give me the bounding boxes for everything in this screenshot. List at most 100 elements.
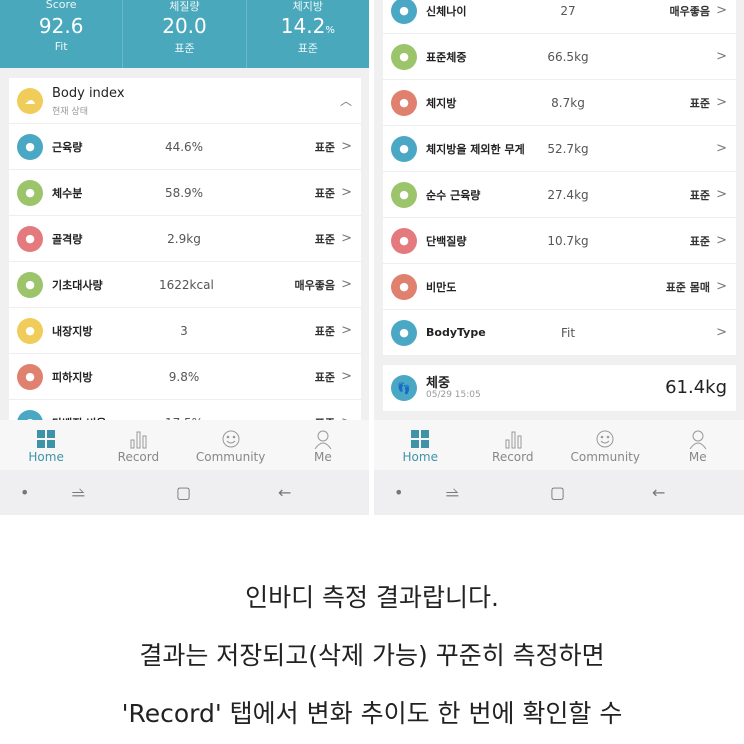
list-item[interactable]: ● 피하지방 9.8% 표준 > bbox=[9, 354, 361, 400]
metric-status: 표준 bbox=[314, 140, 335, 154]
header-score[interactable]: Score 92.6 Fit bbox=[0, 0, 124, 68]
list-item[interactable]: ● 순수 근육량 27.4kg 표준 > bbox=[383, 172, 736, 218]
home-grid-icon bbox=[374, 428, 467, 450]
chevron-right-icon: > bbox=[716, 325, 727, 340]
list-item[interactable]: ● 기초대사량 1622kcal 매우좋음 > bbox=[9, 262, 361, 308]
header-body-fat[interactable]: 체지방 14.2% 표준 bbox=[247, 0, 369, 68]
list-item[interactable]: ● BodyType Fit > bbox=[383, 310, 736, 356]
metric-value: 1622kcal bbox=[159, 277, 214, 292]
metric-label: 체지방을 제외한 무게 bbox=[426, 142, 525, 156]
metric-label: 단백질량 bbox=[426, 234, 467, 248]
tab-record[interactable]: Record bbox=[467, 420, 560, 470]
tab-label: Record bbox=[117, 450, 160, 464]
system-nav-bar: • ⥬ ▢ ← bbox=[0, 470, 369, 515]
metric-icon: ● bbox=[391, 135, 417, 162]
metric-status: 표준 bbox=[689, 188, 710, 202]
smiley-icon bbox=[559, 428, 652, 450]
weight-card[interactable]: 👣 체중 05/29 15:05 61.4kg bbox=[383, 365, 736, 411]
back-arrow-icon[interactable]: ← bbox=[278, 483, 291, 502]
list-item[interactable]: ● 내장지방 3 표준 > bbox=[9, 308, 361, 354]
back-arrow-icon[interactable]: ← bbox=[652, 483, 665, 502]
metric-label: 체지방 bbox=[426, 96, 457, 110]
metric-label: 순수 근육량 bbox=[426, 188, 481, 202]
list-item[interactable]: ● 단백질 비율 17.5% 표준 > bbox=[9, 400, 361, 420]
body-fat-unit: % bbox=[325, 25, 335, 36]
tab-home[interactable]: Home bbox=[0, 420, 92, 470]
list-item[interactable]: ● 체수분 58.9% 표준 > bbox=[9, 170, 361, 216]
list-item[interactable]: ● 체지방을 제외한 무게 52.7kg > bbox=[383, 126, 736, 172]
chevron-right-icon: > bbox=[716, 3, 727, 18]
metric-icon: ● bbox=[17, 409, 43, 420]
tab-community[interactable]: Community bbox=[185, 420, 277, 470]
weight-value: 61.4kg bbox=[665, 377, 727, 398]
chevron-right-icon: > bbox=[716, 187, 727, 202]
metric-icon: ● bbox=[17, 363, 43, 390]
tab-label: Community bbox=[570, 450, 640, 464]
chevron-right-icon: > bbox=[716, 279, 727, 294]
metric-status: 표준 bbox=[689, 96, 710, 110]
recent-apps-icon[interactable]: ⥬ bbox=[72, 483, 85, 503]
metric-label: 체수분 bbox=[52, 186, 83, 200]
bottom-nav: Home Record Community Me bbox=[0, 420, 369, 470]
body-index-header[interactable]: ☁ Body index 현재 상태 ︿ bbox=[9, 78, 361, 124]
metric-icon: ● bbox=[17, 225, 43, 252]
metric-value: 8.7kg bbox=[551, 95, 585, 110]
body-index-card-continued: ● 신체나이 27 매우좋음 > ● 표준체중 66.5kg > ● 체지방 8.7… bbox=[383, 0, 736, 356]
tab-label: Community bbox=[195, 450, 266, 464]
recent-apps-icon[interactable]: ⥬ bbox=[446, 483, 459, 503]
person-icon bbox=[652, 428, 744, 450]
left-phone-screen: Score 92.6 Fit 체질량 20.0 표준 체지방 14.2% 표준 ☁ Body… bbox=[0, 0, 369, 515]
tab-record[interactable]: Record bbox=[92, 420, 184, 470]
score-header: Score 92.6 Fit 체질량 20.0 표준 체지방 14.2% 표준 bbox=[0, 0, 369, 68]
chevron-up-icon[interactable]: ︿ bbox=[340, 92, 352, 109]
chevron-right-icon: > bbox=[716, 141, 727, 156]
metric-value: 58.9% bbox=[164, 185, 204, 200]
metric-label: 표준체중 bbox=[426, 50, 467, 64]
tab-label: Home bbox=[28, 450, 64, 464]
list-item[interactable]: ● 골격량 2.9kg 표준 > bbox=[9, 216, 361, 262]
home-square-icon[interactable]: ▢ bbox=[176, 483, 191, 502]
metric-label: 내장지방 bbox=[52, 324, 93, 338]
metric-value: 27.4kg bbox=[547, 187, 589, 202]
metric-icon: ● bbox=[391, 273, 417, 300]
metric-value: 52.7kg bbox=[547, 141, 589, 156]
metric-value: 9.8% bbox=[168, 369, 200, 384]
metric-status: 표준 bbox=[314, 186, 335, 200]
metric-value: 2.9kg bbox=[167, 231, 201, 246]
metric-icon: ● bbox=[391, 89, 417, 116]
metric-icon: ● bbox=[391, 0, 417, 24]
home-square-icon[interactable]: ▢ bbox=[550, 483, 565, 502]
metric-value: 44.6% bbox=[164, 139, 204, 154]
tab-home[interactable]: Home bbox=[374, 420, 467, 470]
person-icon bbox=[277, 428, 369, 450]
metric-icon: ● bbox=[391, 43, 417, 70]
list-item[interactable]: ● 근육량 44.6% 표준 > bbox=[9, 124, 361, 170]
tab-me[interactable]: Me bbox=[652, 420, 744, 470]
tab-community[interactable]: Community bbox=[559, 420, 652, 470]
metric-status: 매우좋음 bbox=[294, 278, 335, 292]
dot-icon[interactable]: • bbox=[394, 483, 403, 502]
chevron-right-icon: > bbox=[341, 185, 352, 200]
metric-label: 골격량 bbox=[52, 232, 83, 246]
list-item[interactable]: ● 단백질량 10.7kg 표준 > bbox=[383, 218, 736, 264]
metric-label: 비만도 bbox=[426, 280, 457, 294]
bottom-nav: Home Record Community Me bbox=[374, 420, 744, 470]
chevron-right-icon: > bbox=[716, 95, 727, 110]
smiley-icon bbox=[185, 428, 277, 450]
list-item[interactable]: ● 비만도 표준 몸매 > bbox=[383, 264, 736, 310]
list-item[interactable]: ● 표준체중 66.5kg > bbox=[383, 34, 736, 80]
card-title: Body index bbox=[52, 86, 125, 101]
list-item[interactable]: ● 체지방 8.7kg 표준 > bbox=[383, 80, 736, 126]
body-fat-value: 14.2 bbox=[280, 14, 326, 38]
home-grid-icon bbox=[0, 428, 92, 450]
header-bmi[interactable]: 체질량 20.0 표준 bbox=[123, 0, 247, 68]
metric-value: 27 bbox=[560, 3, 576, 18]
dot-icon[interactable]: • bbox=[20, 483, 29, 502]
tab-me[interactable]: Me bbox=[277, 420, 369, 470]
tab-label: Me bbox=[688, 450, 707, 464]
chevron-right-icon: > bbox=[716, 233, 727, 248]
metric-icon: ● bbox=[391, 319, 417, 346]
weight-label: 체중 bbox=[426, 376, 450, 391]
list-item[interactable]: ● 신체나이 27 매우좋음 > bbox=[383, 0, 736, 34]
caption-line-2: 결과는 저장되고(삭제 가능) 꾸준히 측정하면 bbox=[139, 641, 605, 670]
